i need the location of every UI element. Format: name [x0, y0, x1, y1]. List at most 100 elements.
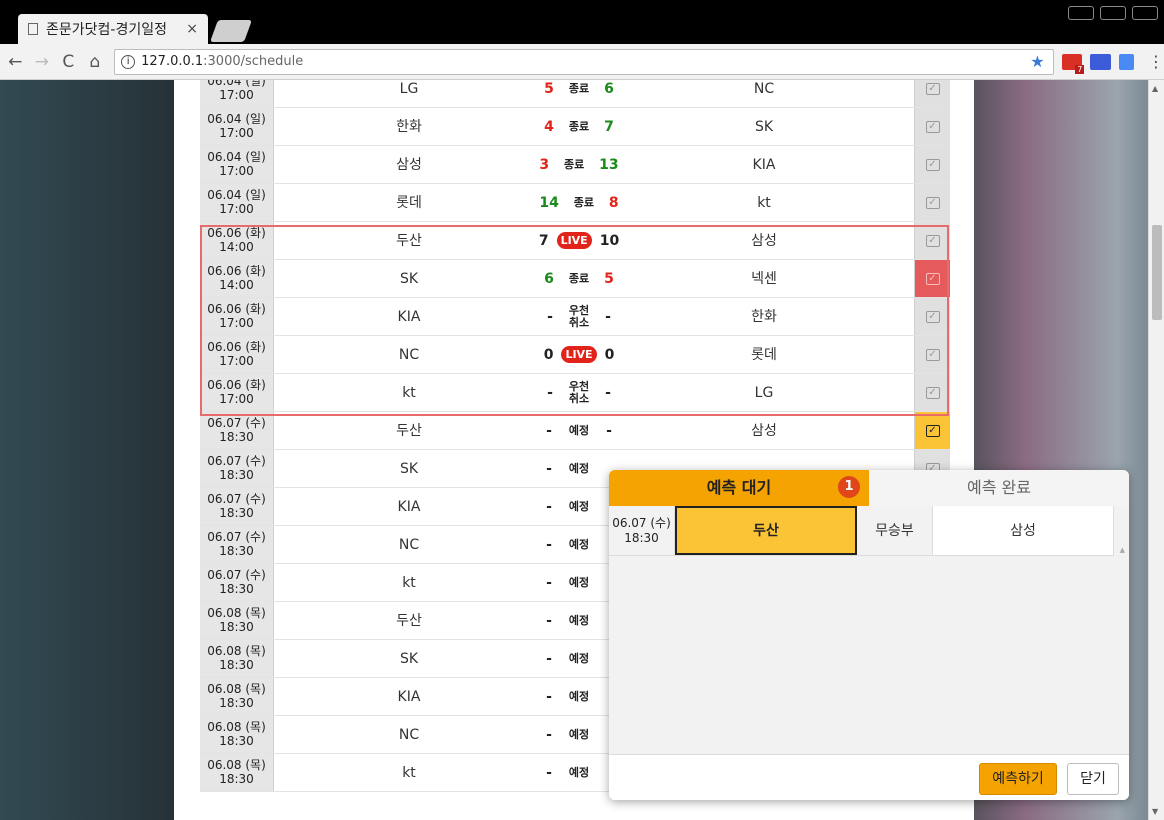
prediction-date: 06.07 (수) 18:30: [609, 506, 675, 555]
predict-checkbox[interactable]: ✓: [914, 108, 950, 145]
game-row: 06.06 (화) 14:00 SK 6 종료 5 넥센 ✓: [200, 260, 950, 298]
bookmark-star-icon[interactable]: ★: [1030, 52, 1044, 71]
game-time: 18:30: [219, 734, 254, 748]
game-date: 06.06 (화): [207, 264, 266, 278]
reload-icon[interactable]: C: [57, 52, 80, 72]
home-team: kt: [402, 385, 416, 401]
home-icon[interactable]: ⌂: [84, 52, 107, 72]
game-time: 17:00: [219, 392, 254, 406]
game-date: 06.04 (일): [207, 188, 266, 202]
tab-pending[interactable]: 예측 대기 1: [609, 470, 869, 506]
page-scrollbar[interactable]: ▲ ▼: [1148, 80, 1164, 820]
game-datetime: 06.07 (수) 18:30: [200, 488, 274, 525]
home-team: 삼성: [396, 157, 422, 173]
game-time: 18:30: [219, 696, 254, 710]
predict-checkbox[interactable]: ✓: [914, 146, 950, 183]
home-score: -: [546, 726, 552, 743]
game-time: 18:30: [219, 772, 254, 786]
list-scroll-up-icon[interactable]: ▲: [1120, 546, 1125, 554]
menu-icon[interactable]: ⋮: [1148, 52, 1164, 71]
game-status: 예정: [568, 423, 590, 437]
home-score: 3: [539, 156, 550, 173]
game-time: 17:00: [219, 316, 254, 330]
home-score: -: [546, 688, 552, 705]
game-time: 18:30: [219, 582, 254, 596]
extension-icon[interactable]: [1090, 53, 1111, 70]
home-team: NC: [398, 727, 420, 743]
predict-button[interactable]: 예측하기: [979, 763, 1057, 795]
home-score: 4: [544, 118, 554, 135]
gmail-extension-icon[interactable]: 7: [1061, 53, 1085, 74]
home-team: 두산: [396, 233, 422, 249]
away-score: -: [605, 384, 611, 401]
home-score: -: [546, 498, 552, 515]
predict-checkbox[interactable]: ✓: [914, 412, 950, 449]
game-score: - 예정: [544, 488, 614, 525]
scroll-down-icon[interactable]: ▼: [1152, 807, 1158, 816]
new-tab-button[interactable]: [209, 20, 253, 42]
game-status: 예정: [568, 651, 590, 665]
translate-extension-icon[interactable]: [1118, 53, 1134, 70]
scroll-up-icon[interactable]: ▲: [1152, 84, 1158, 93]
game-datetime: 06.04 (일) 17:00: [200, 108, 274, 145]
scroll-thumb[interactable]: [1152, 225, 1162, 320]
predict-checkbox[interactable]: ✓: [914, 374, 950, 411]
home-team: 두산: [396, 613, 422, 629]
back-icon[interactable]: ←: [4, 52, 27, 72]
game-status: 예정: [568, 575, 590, 589]
game-score: 3 종료 13: [539, 146, 618, 183]
pick-home-button[interactable]: 두산: [675, 506, 857, 555]
game-date: 06.07 (수): [207, 454, 266, 468]
info-icon[interactable]: i: [121, 54, 136, 69]
game-score: - 예정: [544, 450, 614, 487]
address-bar[interactable]: i 127.0.0.1 :3000/schedule ★: [114, 48, 1054, 75]
home-score: -: [546, 574, 552, 591]
game-date: 06.08 (목): [207, 758, 266, 772]
game-datetime: 06.06 (화) 17:00: [200, 336, 274, 373]
game-row: 06.07 (수) 18:30 두산 - 예정 - 삼성 ✓: [200, 412, 950, 450]
forward-icon[interactable]: →: [31, 52, 54, 72]
browser-tab[interactable]: 존문가닷컴-경기일정 ×: [18, 14, 208, 44]
pick-away-button[interactable]: 삼성: [933, 506, 1114, 555]
game-date: 06.08 (목): [207, 682, 266, 696]
close-window-button[interactable]: [1132, 6, 1158, 20]
check-icon: ✓: [925, 386, 940, 399]
maximize-button[interactable]: [1100, 6, 1126, 20]
game-status: 예정: [568, 689, 590, 703]
game-score: 4 종료 7: [544, 108, 614, 145]
game-score: - 예정: [544, 678, 614, 715]
check-icon: ✓: [925, 424, 940, 437]
game-score: - 예정: [544, 564, 614, 601]
pick-draw-button[interactable]: 무승부: [857, 506, 933, 555]
predict-checkbox[interactable]: ✓: [914, 80, 950, 107]
close-button[interactable]: 닫기: [1067, 763, 1119, 795]
home-score: -: [546, 460, 552, 477]
check-icon: ✓: [925, 196, 940, 209]
game-status: 예정: [568, 613, 590, 627]
away-team: 롯데: [751, 347, 777, 363]
game-status: 종료: [564, 157, 585, 171]
predict-checkbox[interactable]: ✓: [914, 336, 950, 373]
game-score: 5 종료 6: [544, 80, 614, 107]
tab-done[interactable]: 예측 완료: [869, 470, 1129, 506]
title-bar: 존문가닷컴-경기일정 ×: [0, 0, 1164, 44]
game-score: - 예정: [544, 754, 614, 791]
close-tab-icon[interactable]: ×: [186, 21, 198, 37]
game-time: 18:30: [219, 658, 254, 672]
minimize-button[interactable]: [1068, 6, 1094, 20]
game-datetime: 06.04 (일) 17:00: [200, 184, 274, 221]
predict-checkbox[interactable]: ✓: [914, 298, 950, 335]
game-datetime: 06.04 (일) 17:00: [200, 80, 274, 107]
home-score: -: [546, 650, 552, 667]
predict-checkbox[interactable]: ✓: [914, 222, 950, 259]
home-team: KIA: [397, 499, 421, 515]
away-team: KIA: [752, 157, 776, 173]
predict-checkbox[interactable]: ✓: [914, 184, 950, 221]
game-datetime: 06.06 (화) 17:00: [200, 298, 274, 335]
check-icon: ✓: [925, 272, 940, 285]
predict-checkbox[interactable]: ✓: [914, 260, 950, 297]
home-score: 7: [538, 232, 549, 249]
url-path: :3000/schedule: [203, 54, 304, 69]
game-score: - 우천 취소 -: [544, 298, 614, 335]
game-datetime: 06.06 (화) 14:00: [200, 222, 274, 259]
